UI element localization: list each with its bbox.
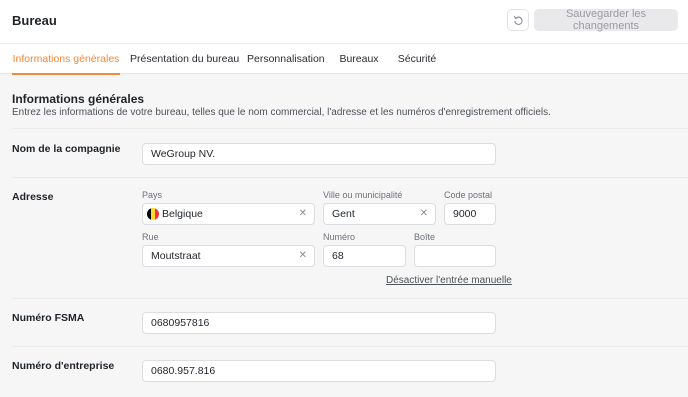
undo-icon bbox=[513, 15, 523, 25]
company-name-value: WeGroup NV. bbox=[151, 148, 216, 160]
fsma-number-label: Numéro FSMA bbox=[12, 312, 85, 324]
save-changes-button[interactable]: Sauvegarder les changements bbox=[534, 8, 678, 32]
fsma-number-value: 0680957816 bbox=[151, 317, 210, 329]
divider bbox=[12, 177, 688, 178]
street-value: Moutstraat bbox=[151, 250, 201, 262]
address-label: Adresse bbox=[12, 191, 54, 203]
company-name-input[interactable]: WeGroup NV. bbox=[142, 143, 496, 165]
tab-customization[interactable]: Personnalisation bbox=[247, 44, 325, 74]
section-title: Informations générales bbox=[12, 92, 145, 106]
country-select[interactable]: Belgique ✕ bbox=[142, 203, 315, 225]
tab-general-information[interactable]: Informations générales bbox=[12, 44, 120, 75]
page-title: Bureau bbox=[12, 13, 57, 28]
box-input[interactable] bbox=[414, 245, 496, 267]
fsma-number-input[interactable]: 0680957816 bbox=[142, 312, 496, 334]
country-label: Pays bbox=[142, 190, 163, 200]
top-bar: Bureau Sauvegarder les changements bbox=[0, 0, 688, 44]
tab-offices[interactable]: Bureaux bbox=[337, 44, 381, 74]
divider bbox=[12, 346, 688, 347]
city-value: Gent bbox=[332, 208, 355, 220]
tab-bar: Informations générales Présentation du b… bbox=[0, 44, 688, 75]
belgium-flag-icon bbox=[147, 208, 159, 220]
postal-code-value: 9000 bbox=[453, 208, 477, 220]
street-label: Rue bbox=[142, 232, 159, 242]
enterprise-number-value: 0680.957.816 bbox=[151, 365, 216, 377]
page: Bureau Sauvegarder les changements Infor… bbox=[0, 0, 688, 397]
city-select[interactable]: Gent ✕ bbox=[323, 203, 436, 225]
undo-button[interactable] bbox=[507, 9, 529, 31]
tab-security[interactable]: Sécurité bbox=[395, 44, 439, 74]
clear-street-icon[interactable]: ✕ bbox=[299, 246, 307, 266]
house-number-value: 68 bbox=[332, 250, 344, 262]
enterprise-number-input[interactable]: 0680.957.816 bbox=[142, 360, 496, 382]
street-select[interactable]: Moutstraat ✕ bbox=[142, 245, 315, 267]
clear-city-icon[interactable]: ✕ bbox=[420, 204, 428, 224]
clear-country-icon[interactable]: ✕ bbox=[299, 204, 307, 224]
country-value: Belgique bbox=[162, 208, 203, 220]
tab-office-presentation[interactable]: Présentation du bureau bbox=[130, 44, 239, 74]
city-label: Ville ou municipalité bbox=[323, 190, 403, 200]
enterprise-number-label: Numéro d'entreprise bbox=[12, 360, 115, 372]
section-description: Entrez les informations de votre bureau,… bbox=[12, 107, 551, 118]
divider bbox=[12, 128, 688, 129]
disable-manual-entry-link[interactable]: Désactiver l'entrée manuelle bbox=[386, 275, 512, 286]
divider bbox=[12, 298, 688, 299]
number-label: Numéro bbox=[323, 232, 356, 242]
postal-code-input[interactable]: 9000 bbox=[444, 203, 496, 225]
postal-code-label: Code postal bbox=[444, 190, 493, 200]
box-label: Boîte bbox=[414, 232, 436, 242]
company-name-label: Nom de la compagnie bbox=[12, 143, 121, 155]
house-number-input[interactable]: 68 bbox=[323, 245, 406, 267]
